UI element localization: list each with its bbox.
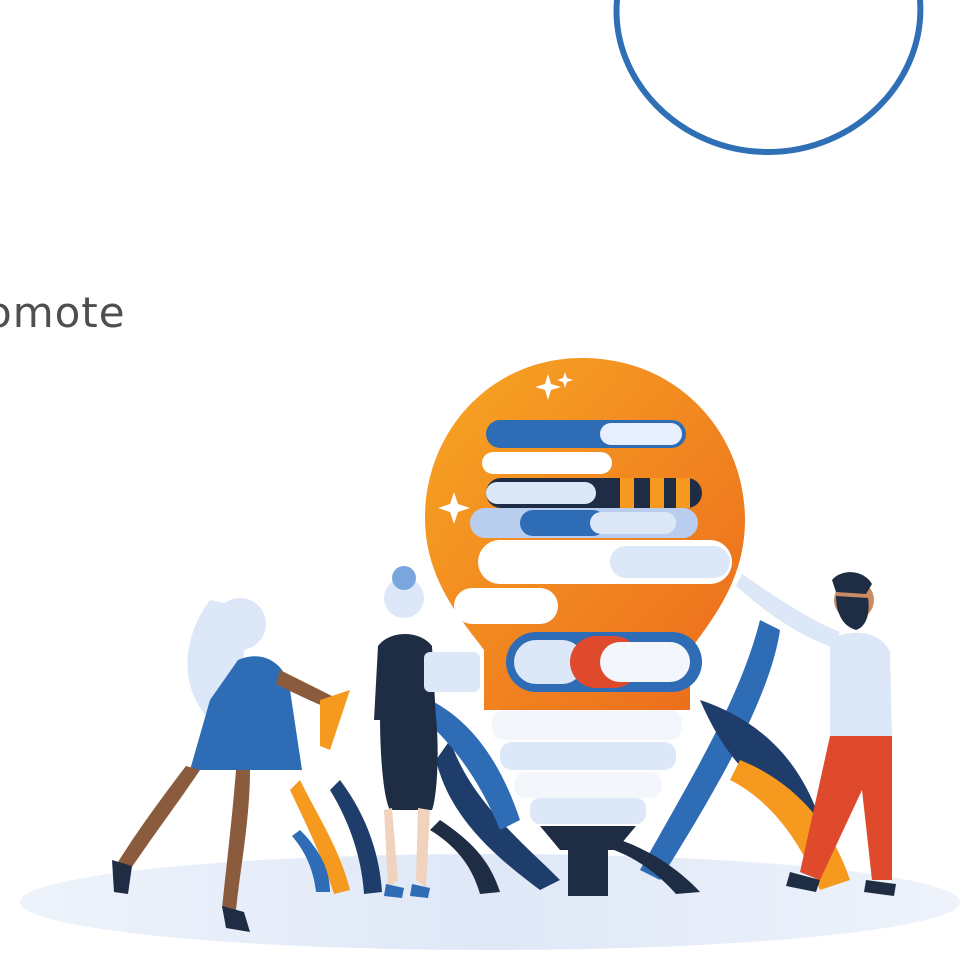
lightbulb-illustration <box>20 358 960 950</box>
decorative-circle <box>613 0 924 156</box>
slide-partial-heading: omote <box>0 288 126 337</box>
